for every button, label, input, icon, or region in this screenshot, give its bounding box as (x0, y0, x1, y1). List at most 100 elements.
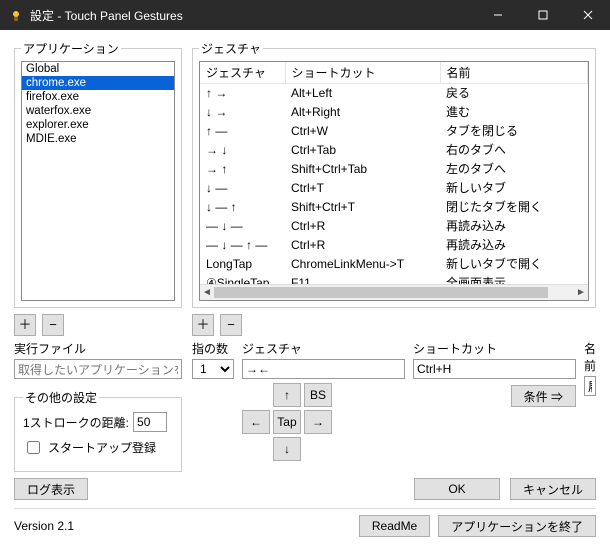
condition-button[interactable]: 条件 ⇒ (511, 385, 576, 407)
app-remove-button[interactable]: − (42, 314, 64, 336)
readme-button[interactable]: ReadMe (359, 515, 430, 537)
scroll-left-icon[interactable]: ◄ (200, 285, 214, 300)
applications-legend: アプリケーション (21, 40, 121, 57)
cell: Alt+Right (285, 103, 440, 122)
cell: ↓ — ↑ (200, 198, 285, 217)
cell: Ctrl+W (285, 122, 440, 141)
scroll-right-icon[interactable]: ► (574, 285, 588, 300)
quit-app-button[interactable]: アプリケーションを終了 (438, 515, 596, 537)
title-bar: 設定 - Touch Panel Gestures (0, 0, 610, 30)
name-input[interactable] (584, 376, 596, 396)
list-item[interactable]: firefox.exe (22, 90, 174, 104)
table-row[interactable]: ↑ →Alt+Left戻る (200, 84, 588, 104)
pad-down-button[interactable]: ↓ (273, 437, 301, 461)
startup-checkbox[interactable] (27, 441, 40, 454)
cell: Shift+Ctrl+Tab (285, 160, 440, 179)
cell: 閉じたタブを開く (440, 198, 588, 217)
stroke-distance-input[interactable] (133, 412, 167, 432)
cell: 再読み込み (440, 217, 588, 236)
column-header[interactable]: 名前 (440, 62, 588, 84)
cell: Shift+Ctrl+T (285, 198, 440, 217)
gestures-table[interactable]: ジェスチャショートカット名前 ↑ →Alt+Left戻る↓ →Alt+Right… (199, 61, 589, 301)
other-settings-group: その他の設定 1ストロークの距離: スタートアップ登録 (14, 389, 182, 472)
cell: 戻る (440, 84, 588, 104)
table-row[interactable]: → ↓Ctrl+Tab右のタブへ (200, 141, 588, 160)
list-item[interactable]: Global (22, 62, 174, 76)
list-item[interactable]: MDIE.exe (22, 132, 174, 146)
cell: 右のタブへ (440, 141, 588, 160)
table-row[interactable]: ↓ —Ctrl+T新しいタブ (200, 179, 588, 198)
cell: ④SingleTap (200, 274, 285, 284)
exec-file-input[interactable] (14, 359, 182, 379)
window-title: 設定 - Touch Panel Gestures (30, 7, 475, 24)
pad-right-button[interactable]: → (304, 410, 332, 434)
horizontal-scrollbar[interactable]: ◄ ► (200, 284, 588, 300)
maximize-button[interactable] (520, 0, 565, 30)
fingers-select[interactable]: 1 (192, 359, 234, 379)
cancel-button[interactable]: キャンセル (510, 478, 596, 500)
cell: → ↑ (200, 160, 285, 179)
table-row[interactable]: ④SingleTapF11全画面表示 (200, 274, 588, 284)
cell: → ↓ (200, 141, 285, 160)
cell: ↑ — (200, 122, 285, 141)
pad-tap-button[interactable]: Tap (273, 410, 301, 434)
table-row[interactable]: → ↑Shift+Ctrl+Tab左のタブへ (200, 160, 588, 179)
cell: 再読み込み (440, 236, 588, 255)
stroke-distance-label: 1ストロークの距離: (23, 414, 129, 431)
cell: 左のタブへ (440, 160, 588, 179)
close-button[interactable] (565, 0, 610, 30)
cell: Ctrl+Tab (285, 141, 440, 160)
applications-group: アプリケーション Globalchrome.exefirefox.exewate… (14, 40, 182, 308)
shortcut-input[interactable] (413, 359, 576, 379)
minimize-button[interactable] (475, 0, 520, 30)
gesture-add-button[interactable]: ＋ (192, 314, 214, 336)
shortcut-edit-label: ショートカット (413, 340, 576, 357)
app-add-button[interactable]: ＋ (14, 314, 36, 336)
pad-up-button[interactable]: ↑ (273, 383, 301, 407)
cell: LongTap (200, 255, 285, 274)
table-row[interactable]: — ↓ —Ctrl+R再読み込み (200, 217, 588, 236)
table-row[interactable]: ↓ →Alt+Right進む (200, 103, 588, 122)
list-item[interactable]: chrome.exe (22, 76, 174, 90)
cell: F11 (285, 274, 440, 284)
exec-file-label: 実行ファイル (14, 340, 182, 357)
app-icon (8, 7, 24, 23)
pad-bs-button[interactable]: BS (304, 383, 332, 407)
cell: — ↓ — (200, 217, 285, 236)
gestures-legend: ジェスチャ (199, 40, 263, 57)
list-item[interactable]: waterfox.exe (22, 104, 174, 118)
gesture-remove-button[interactable]: − (220, 314, 242, 336)
cell: 全画面表示 (440, 274, 588, 284)
cell: ↓ — (200, 179, 285, 198)
table-row[interactable]: — ↓ — ↑ —Ctrl+R再読み込み (200, 236, 588, 255)
column-header[interactable]: ショートカット (285, 62, 440, 84)
table-row[interactable]: ↑ —Ctrl+Wタブを閉じる (200, 122, 588, 141)
cell: ↑ → (200, 84, 285, 104)
gesture-input[interactable] (242, 359, 405, 379)
startup-label: スタートアップ登録 (48, 439, 156, 456)
ok-button[interactable]: OK (414, 478, 500, 500)
column-header[interactable]: ジェスチャ (200, 62, 285, 84)
list-item[interactable]: explorer.exe (22, 118, 174, 132)
applications-listbox[interactable]: Globalchrome.exefirefox.exewaterfox.exee… (21, 61, 175, 301)
scrollbar-thumb[interactable] (214, 287, 548, 298)
name-edit-label: 名前 (584, 340, 596, 374)
log-button[interactable]: ログ表示 (14, 478, 88, 500)
cell: Ctrl+R (285, 236, 440, 255)
cell: ChromeLinkMenu->T (285, 255, 440, 274)
cell: Ctrl+T (285, 179, 440, 198)
gesture-edit-label: ジェスチャ (242, 340, 405, 357)
fingers-label: 指の数 (192, 340, 234, 357)
cell: — ↓ — ↑ — (200, 236, 285, 255)
cell: 新しいタブで開く (440, 255, 588, 274)
cell: Alt+Left (285, 84, 440, 104)
table-row[interactable]: LongTapChromeLinkMenu->T新しいタブで開く (200, 255, 588, 274)
pad-left-button[interactable]: ← (242, 410, 270, 434)
cell: 進む (440, 103, 588, 122)
cell: ↓ → (200, 103, 285, 122)
other-settings-legend: その他の設定 (23, 389, 99, 406)
version-label: Version 2.1 (14, 519, 74, 533)
gesture-direction-pad: ↑ BS ← Tap → ↓ (242, 383, 405, 461)
table-row[interactable]: ↓ — ↑Shift+Ctrl+T閉じたタブを開く (200, 198, 588, 217)
cell: 新しいタブ (440, 179, 588, 198)
